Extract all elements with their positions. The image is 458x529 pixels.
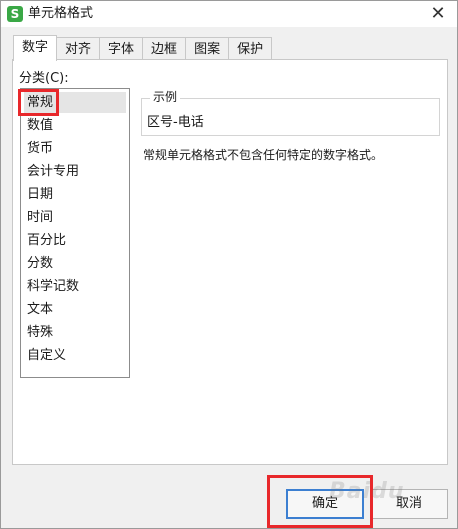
category-label: 分类(C): bbox=[19, 71, 69, 86]
cancel-button[interactable]: 取消 bbox=[370, 489, 448, 519]
category-item-fraction[interactable]: 分数 bbox=[24, 253, 126, 274]
category-item-scientific[interactable]: 科学记数 bbox=[24, 276, 126, 297]
category-item-custom[interactable]: 自定义 bbox=[24, 345, 126, 366]
category-item-special[interactable]: 特殊 bbox=[24, 322, 126, 343]
tab-pattern[interactable]: 图案 bbox=[186, 37, 230, 60]
category-item-accounting[interactable]: 会计专用 bbox=[24, 161, 126, 182]
dialog-title: 单元格格式 bbox=[28, 6, 94, 21]
title-bar[interactable]: S 单元格格式 ✕ bbox=[1, 1, 457, 27]
category-item-number[interactable]: 数值 bbox=[24, 115, 126, 136]
tab-alignment[interactable]: 对齐 bbox=[57, 37, 101, 60]
category-item-percentage[interactable]: 百分比 bbox=[24, 230, 126, 251]
tab-font[interactable]: 字体 bbox=[100, 37, 144, 60]
category-item-time[interactable]: 时间 bbox=[24, 207, 126, 228]
category-item-currency[interactable]: 货币 bbox=[24, 138, 126, 159]
format-description: 常规单元格格式不包含任何特定的数字格式。 bbox=[143, 148, 384, 162]
category-item-date[interactable]: 日期 bbox=[24, 184, 126, 205]
annotation-highlight-ok bbox=[267, 475, 373, 528]
number-tab-panel: 分类(C): 常规 数值 货币 会计专用 日期 时间 百分比 分数 科学记数 文… bbox=[12, 59, 448, 465]
format-cells-dialog: S 单元格格式 ✕ 数字 对齐 字体 边框 图案 保护 分类(C): 常规 数值… bbox=[0, 0, 458, 529]
annotation-highlight-general bbox=[18, 89, 59, 116]
sample-legend: 示例 bbox=[150, 89, 181, 105]
category-item-text[interactable]: 文本 bbox=[24, 299, 126, 320]
tab-border[interactable]: 边框 bbox=[143, 37, 187, 60]
category-list[interactable]: 常规 数值 货币 会计专用 日期 时间 百分比 分数 科学记数 文本 特殊 自定… bbox=[20, 88, 130, 378]
sample-group: 示例 区号-电话 bbox=[141, 89, 440, 136]
tab-bar: 数字 对齐 字体 边框 图案 保护 bbox=[13, 35, 273, 61]
close-icon[interactable]: ✕ bbox=[425, 3, 451, 25]
sample-value: 区号-电话 bbox=[147, 115, 204, 130]
tab-protection[interactable]: 保护 bbox=[229, 37, 273, 60]
wps-spreadsheet-icon: S bbox=[7, 6, 23, 22]
tab-number[interactable]: 数字 bbox=[13, 35, 58, 61]
